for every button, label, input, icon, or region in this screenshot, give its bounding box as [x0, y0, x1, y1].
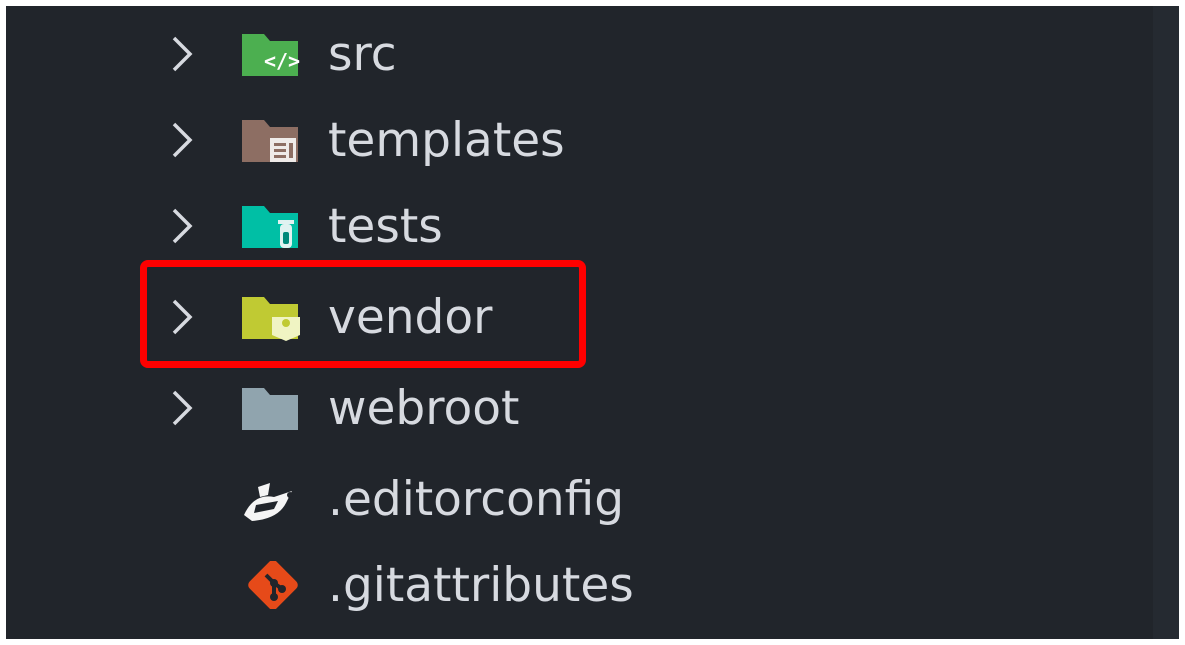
- scrollbar-track[interactable]: [1153, 6, 1179, 639]
- folder-templates-icon: [242, 120, 298, 162]
- tree-item-gitattributes[interactable]: .gitattributes: [6, 542, 1153, 628]
- chevron-right-icon[interactable]: [168, 34, 196, 74]
- chevron-right-icon[interactable]: [168, 388, 196, 428]
- git-icon: [248, 561, 298, 609]
- file-tree: </> src templates tests vendor webroot .…: [6, 6, 1153, 639]
- tree-item-label: tests: [328, 199, 443, 254]
- tree-item-label: src: [328, 27, 397, 82]
- tree-item-label: webroot: [328, 381, 520, 436]
- tree-item-tests[interactable]: tests: [6, 183, 1153, 269]
- svg-text:</>: </>: [264, 49, 300, 73]
- tree-item-editorconfig[interactable]: .editorconfig: [6, 456, 1153, 542]
- tree-item-templates[interactable]: templates: [6, 97, 1153, 183]
- chevron-right-icon[interactable]: [168, 120, 196, 160]
- tree-item-webroot[interactable]: webroot: [6, 365, 1153, 451]
- folder-src-icon: </>: [242, 34, 300, 76]
- tree-item-vendor[interactable]: vendor: [6, 274, 1153, 360]
- folder-vendor-icon: [242, 297, 300, 341]
- chevron-right-icon[interactable]: [168, 206, 196, 246]
- tree-item-src[interactable]: </> src: [6, 11, 1153, 97]
- folder-test-icon: [242, 206, 298, 248]
- tree-item-label: vendor: [328, 290, 493, 345]
- file-explorer-panel: </> src templates tests vendor webroot .…: [6, 6, 1179, 639]
- chevron-right-icon[interactable]: [168, 297, 196, 337]
- tree-item-label: templates: [328, 113, 565, 168]
- tree-item-label: .editorconfig: [328, 472, 625, 527]
- folder-icon: [242, 388, 298, 430]
- tree-item-label: .gitattributes: [328, 558, 634, 613]
- editorconfig-icon: [244, 483, 293, 521]
